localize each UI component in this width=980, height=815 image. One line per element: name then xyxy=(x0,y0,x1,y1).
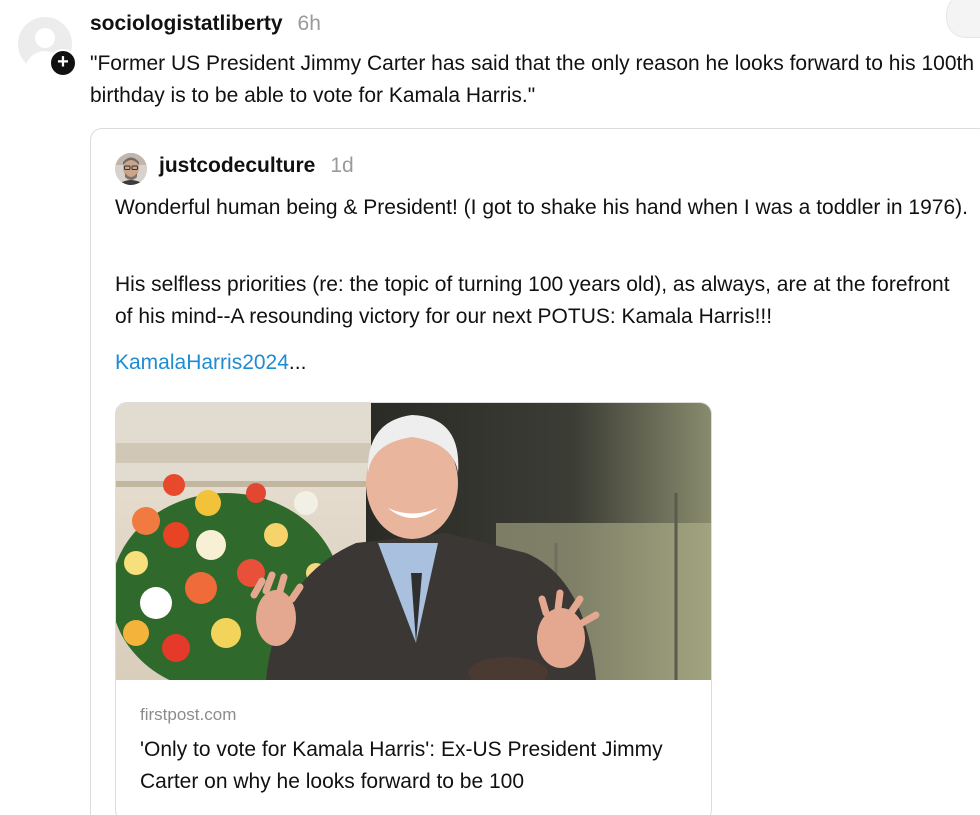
default-avatar-head xyxy=(35,28,55,48)
link-preview-domain: firstpost.com xyxy=(140,705,237,724)
thread-view: + sociologistatliberty 6h "Former US Pre… xyxy=(0,0,980,815)
quoted-post-header: justcodeculture 1d xyxy=(159,154,354,184)
link-preview-card[interactable]: firstpost.com 'Only to vote for Kamala H… xyxy=(115,402,712,815)
hashtag-link[interactable]: KamalaHarris2024... xyxy=(115,347,306,379)
link-preview-title[interactable]: 'Only to vote for Kamala Harris': Ex-US … xyxy=(140,734,680,798)
post-username[interactable]: sociologistatliberty xyxy=(90,12,283,36)
post-timestamp: 6h xyxy=(297,12,321,35)
avatar-photo xyxy=(115,153,147,185)
quoted-post-timestamp: 1d xyxy=(330,154,354,177)
post-header: sociologistatliberty 6h xyxy=(90,12,321,42)
post-text: "Former US President Jimmy Carter has sa… xyxy=(90,52,975,107)
plus-icon: + xyxy=(57,51,69,73)
quoted-post-paragraph: His selfless priorities (re: the topic o… xyxy=(115,273,950,328)
quoted-post-avatar[interactable] xyxy=(115,153,147,185)
quoted-post-paragraph: Wonderful human being & President! (I go… xyxy=(115,196,968,219)
hashtag-text[interactable]: KamalaHarris2024 xyxy=(115,351,289,374)
quoted-post-username[interactable]: justcodeculture xyxy=(159,154,315,178)
overflow-menu-button[interactable] xyxy=(946,0,980,38)
truncation-ellipsis: ... xyxy=(288,351,307,374)
follow-button[interactable]: + xyxy=(49,49,77,77)
link-preview-image xyxy=(116,403,711,680)
